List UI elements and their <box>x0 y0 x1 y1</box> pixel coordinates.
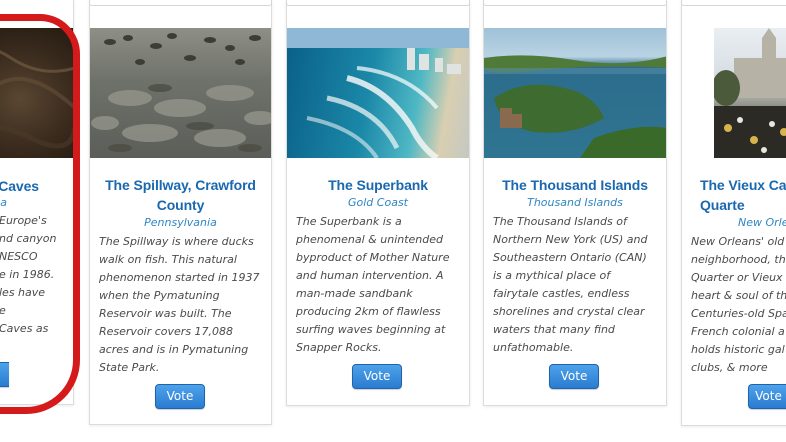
card-subtitle: New Orle <box>738 216 786 229</box>
attractions-card-row: Caves a Europe's nd canyon NESCO e in 19… <box>0 0 786 442</box>
card-title: The Superbank <box>328 177 428 193</box>
attraction-card-thousand-islands: The Thousand Islands Thousand Islands Th… <box>483 0 667 406</box>
cave-photo <box>0 28 73 158</box>
vote-button[interactable]: Vote <box>748 384 786 409</box>
card-title: The Vieux Carr Quarte <box>700 177 786 213</box>
waves-and-beach <box>287 28 469 158</box>
thousand-islands-photo <box>484 28 666 158</box>
cave-texture <box>0 50 73 149</box>
card-subtitle: a <box>0 196 7 209</box>
card-top-edge <box>286 0 470 6</box>
card-subtitle: Pennsylvania <box>144 216 217 229</box>
islands-and-castle <box>484 55 666 158</box>
card-title: Caves <box>0 178 39 194</box>
card-description: The Thousand Islands of Northern New Yor… <box>493 215 648 354</box>
card-description: Europe's nd canyon NESCO e in 1986. les … <box>0 214 57 335</box>
attraction-card-caves: Caves a Europe's nd canyon NESCO e in 19… <box>0 0 74 405</box>
vote-button[interactable]: Vote <box>155 384 205 409</box>
card-top-edge <box>89 0 272 6</box>
card-subtitle: Thousand Islands <box>527 196 623 209</box>
attraction-card-superbank: The Superbank Gold Coast The Superbank i… <box>286 0 470 406</box>
attraction-card-spillway: The Spillway, Crawford County Pennsylvan… <box>89 0 272 425</box>
card-description: The Spillway is where ducks walk on fish… <box>99 235 260 374</box>
card-description: New Orleans' old neighborhood, th Quarte… <box>691 235 786 374</box>
cathedral-and-crowd <box>714 28 786 158</box>
card-top-edge <box>681 0 786 6</box>
vieux-carre-photo <box>714 28 786 158</box>
card-title: The Thousand Islands <box>502 177 648 193</box>
card-top-edge <box>483 0 667 6</box>
spillway-photo <box>90 28 271 158</box>
card-subtitle: Gold Coast <box>348 196 408 209</box>
ducks-and-fish <box>91 33 271 152</box>
vote-button[interactable] <box>0 362 9 387</box>
vote-button[interactable]: Vote <box>352 364 402 389</box>
card-title: The Spillway, Crawford County <box>105 177 256 213</box>
vote-button[interactable]: Vote <box>549 364 599 389</box>
superbank-photo <box>287 28 469 158</box>
card-description: The Superbank is a phenomenal & unintend… <box>296 215 450 354</box>
attraction-card-vieux-carre: The Vieux Carr Quarte New Orle New Orlea… <box>681 0 786 426</box>
